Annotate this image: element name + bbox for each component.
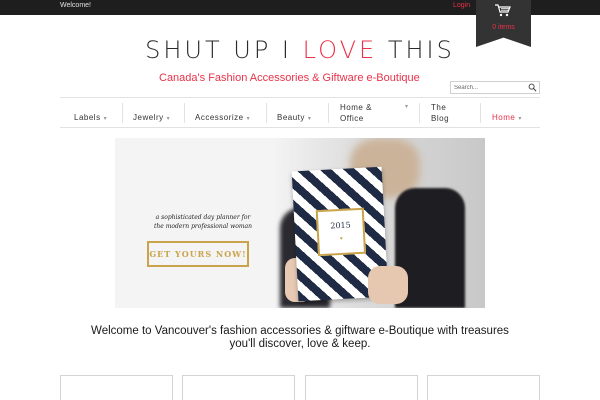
nav-item-label: Home	[492, 113, 516, 122]
search-input[interactable]	[454, 83, 526, 93]
chevron-down-icon: ▾	[307, 116, 312, 122]
nav-item-label: Home &	[340, 103, 372, 112]
hero-tagline-line1: a sophisticated day planner for	[155, 214, 251, 221]
product-card[interactable]	[427, 375, 540, 400]
search-icon[interactable]	[528, 83, 537, 92]
chevron-down-icon: ▾	[246, 116, 251, 122]
nav-divider	[122, 103, 123, 123]
login-link[interactable]: Login	[453, 2, 470, 9]
nav-divider	[184, 103, 185, 123]
welcome-message-line2: you'll discover, love & keep.	[229, 338, 371, 350]
logo-text-left: SHUT UP I	[145, 36, 303, 64]
nav-item-beauty[interactable]: Beauty ▾	[277, 112, 311, 141]
nav-divider	[419, 103, 420, 123]
site-logo[interactable]: SHUT UP I LOVE THIS	[0, 36, 600, 64]
nav-item-home-office[interactable]: Home & ▾ Office	[340, 102, 408, 131]
nav-divider	[266, 103, 267, 123]
hero-tagline-line2: the modern professional woman	[154, 223, 252, 230]
logo-text-love: LOVE	[302, 36, 378, 64]
nav-item-label: Blog	[431, 114, 450, 123]
nav-item-label: Labels	[74, 113, 101, 122]
cart-icon	[495, 4, 511, 17]
nav-item-home[interactable]: Home ▾	[492, 112, 522, 141]
welcome-message-line1: Welcome to Vancouver's fashion accessori…	[91, 325, 509, 337]
nav-item-label: The	[431, 103, 447, 112]
nav-item-label: Office	[340, 114, 364, 123]
product-card[interactable]	[182, 375, 295, 400]
product-card[interactable]	[60, 375, 173, 400]
get-yours-now-button[interactable]: GET YOURS NOW!	[147, 241, 249, 267]
nav-item-labels[interactable]: Labels ▾	[74, 112, 107, 141]
product-card[interactable]	[305, 375, 418, 400]
hero-photo-hand-right	[368, 266, 408, 304]
nav-divider	[328, 103, 329, 123]
search-box[interactable]	[450, 81, 540, 94]
chevron-down-icon: ▾	[103, 116, 108, 122]
planner-year: 2015	[330, 220, 351, 231]
nav-item-label: Accessorize	[195, 113, 244, 122]
main-nav: Labels ▾ Jewelry ▾ Accessorize ▾ Beauty ▾ Ho…	[60, 97, 540, 128]
chevron-down-icon: ▾	[166, 116, 171, 122]
planner-label: 2015 ♥	[315, 207, 367, 257]
nav-item-blog[interactable]: The Blog	[431, 102, 449, 131]
nav-item-label: Beauty	[277, 113, 305, 122]
nav-divider	[480, 103, 481, 123]
nav-item-accessorize[interactable]: Accessorize ▾	[195, 112, 250, 141]
chevron-down-icon: ▾	[405, 104, 409, 110]
welcome-text: Welcome!	[60, 2, 91, 9]
heart-icon: ♥	[339, 235, 343, 243]
hero-banner[interactable]: 2015 ♥ a sophisticated day planner for t…	[115, 138, 485, 308]
nav-item-label: Jewelry	[133, 113, 164, 122]
nav-item-jewelry[interactable]: Jewelry ▾	[133, 112, 170, 141]
chevron-down-icon: ▾	[518, 116, 522, 122]
cart-count: 0 items	[492, 24, 515, 31]
logo-text-right: THIS	[377, 36, 455, 64]
site-tagline: Canada's Fashion Accessories & Giftware …	[159, 72, 420, 84]
welcome-message: Welcome to Vancouver's fashion accessori…	[60, 325, 540, 351]
